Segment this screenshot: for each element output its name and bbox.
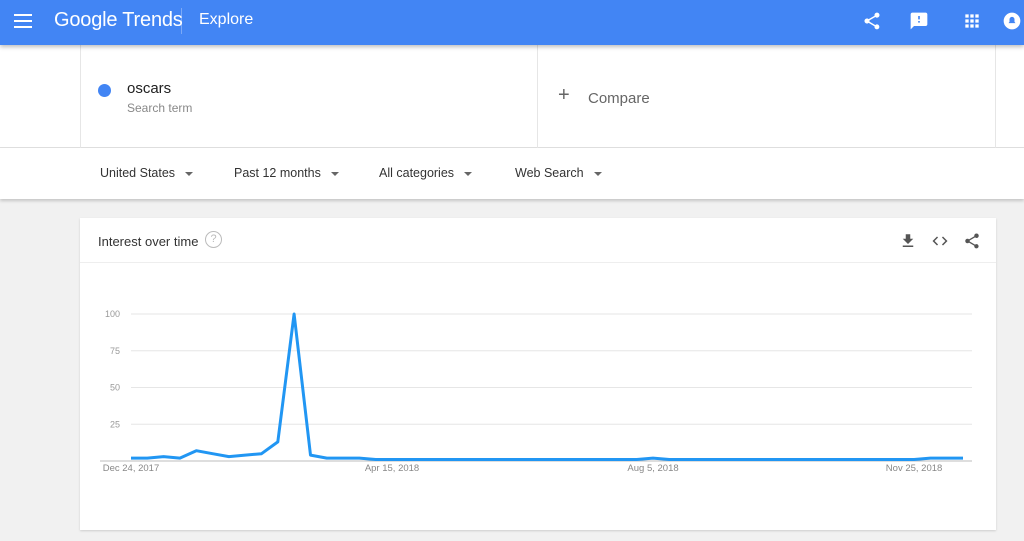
header-divider [181,8,182,34]
dropdown-caret-icon [330,171,339,176]
account-icon[interactable] [1002,11,1022,31]
search-term-card[interactable]: oscars Search term [80,45,538,148]
share-icon[interactable] [862,11,882,31]
search-term-subtitle: Search term [127,101,193,115]
y-tick-label: 100 [105,309,120,319]
interest-line-chart[interactable]: 25 50 75 100 Dec 24, 2017 Apr 15, 2018 Aug 5, … [80,218,996,530]
brand-logo[interactable]: Google Trends [54,9,183,32]
term-color-dot [98,84,111,97]
search-terms-panel: oscars Search term + Compare [0,45,1024,148]
filter-bar: United States Past 12 months All categor… [0,148,1024,199]
dropdown-caret-icon [593,171,602,176]
interest-over-time-card: Interest over time ? 25 50 75 100 Dec 24, 20… [80,218,996,530]
x-tick-label: Dec 24, 2017 [103,463,160,474]
top-app-bar: Google Trends Explore [0,0,1024,45]
x-tick-label: Apr 15, 2018 [365,463,419,474]
search-term-name[interactable]: oscars [127,80,171,97]
page-title: Explore [199,11,254,28]
y-tick-label: 25 [110,419,120,429]
compare-button[interactable]: + Compare [538,45,996,148]
x-tick-label: Aug 5, 2018 [627,463,678,474]
filter-search-type[interactable]: Web Search [515,166,602,180]
y-tick-label: 75 [110,346,120,356]
filter-category[interactable]: All categories [379,166,473,180]
menu-icon[interactable] [14,14,32,28]
filter-region[interactable]: United States [100,166,194,180]
y-tick-label: 50 [110,383,120,393]
filter-region-label: United States [100,166,176,180]
series-line-oscars[interactable] [131,312,963,461]
filter-time-label: Past 12 months [234,166,321,180]
feedback-icon[interactable] [909,11,929,31]
filter-category-label: All categories [379,166,455,180]
apps-icon[interactable] [962,11,982,31]
filter-search-type-label: Web Search [515,166,584,180]
dropdown-caret-icon [185,171,194,176]
filter-time-range[interactable]: Past 12 months [234,166,339,180]
compare-label: Compare [588,90,650,107]
plus-icon: + [558,84,570,106]
dropdown-caret-icon [464,171,473,176]
x-tick-label: Nov 25, 2018 [886,463,943,474]
